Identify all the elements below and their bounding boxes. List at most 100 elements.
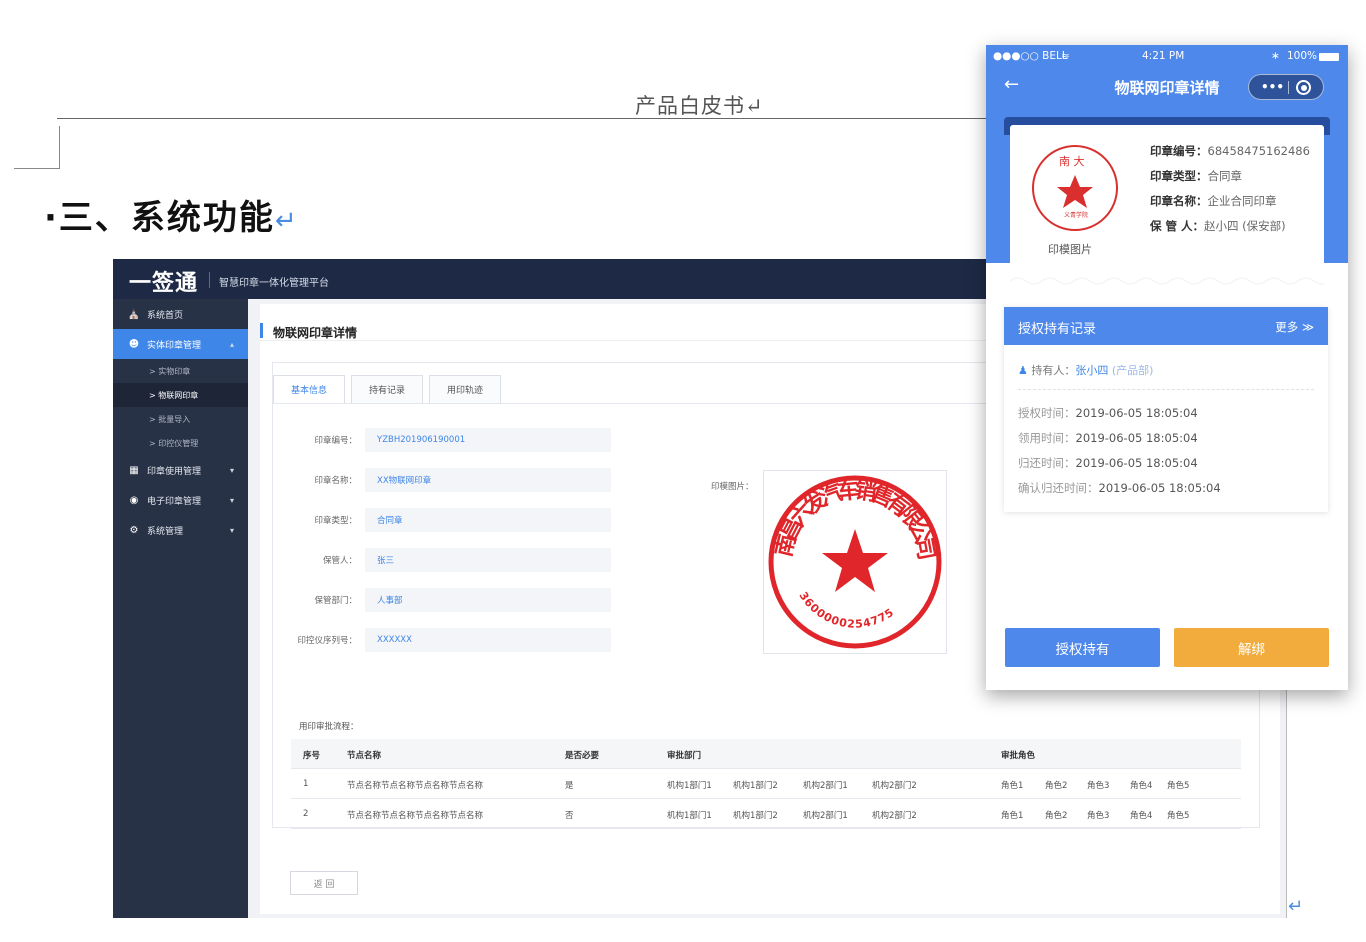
tab-holding-records[interactable]: 持有记录 bbox=[351, 375, 423, 403]
calendar-icon: ▦ bbox=[129, 464, 139, 476]
sidebar-item-seal-usage[interactable]: ▦ 印章使用管理 ▾ bbox=[113, 455, 248, 485]
cell-role: 角色1 bbox=[1001, 811, 1024, 821]
cell-node-name: 节点名称节点名称节点名称节点名称 bbox=[347, 811, 484, 821]
table-header-row: 序号 节点名称 是否必要 审批部门 审批角色 bbox=[291, 739, 1241, 769]
sidebar-item-system[interactable]: ⚙ 系统管理 ▾ bbox=[113, 515, 248, 545]
info-value: 合同章 bbox=[1207, 169, 1243, 183]
info-value: 68458475162486 bbox=[1207, 144, 1310, 158]
chevron-down-icon: ▾ bbox=[229, 465, 234, 475]
chevron-down-icon: ▾ bbox=[229, 495, 234, 505]
cell-role: 角色3 bbox=[1087, 811, 1110, 821]
more-icon[interactable]: ••• bbox=[1261, 80, 1284, 94]
authorize-button[interactable]: 授权持有 bbox=[1005, 628, 1160, 667]
title-accent-bar bbox=[260, 323, 263, 338]
tab-bar: 基本信息 持有记录 用印轨迹 bbox=[273, 375, 507, 403]
cell-dept: 机构2部门2 bbox=[872, 781, 917, 791]
cell-required: 否 bbox=[565, 811, 574, 821]
seal-number: 3600000254775 bbox=[796, 589, 895, 630]
back-button[interactable]: 返 回 bbox=[290, 871, 358, 895]
record-line: 确认归还时间：2019-06-05 18:05:04 bbox=[1018, 480, 1221, 496]
sidebar-subitem-iot[interactable]: > 物联网印章 bbox=[113, 383, 248, 407]
sidebar-item-label: 系统首页 bbox=[147, 310, 184, 321]
page-title: 物联网印章详情 bbox=[273, 326, 358, 340]
close-target-icon[interactable] bbox=[1296, 80, 1311, 95]
info-label: 印章编号： bbox=[1150, 144, 1208, 158]
info-value: 企业合同印章 bbox=[1207, 194, 1277, 208]
unbind-button[interactable]: 解绑 bbox=[1174, 628, 1329, 667]
person-icon: ♟ bbox=[1018, 364, 1028, 377]
sidebar-subitem-controller[interactable]: > 印控仪管理 bbox=[113, 431, 248, 455]
record-value: 2019-06-05 18:05:04 bbox=[1075, 456, 1198, 470]
seal-image: 南昌六发汽车销售有限公司 3600000254775 bbox=[763, 470, 947, 654]
record-label: 领用时间： bbox=[1018, 431, 1076, 445]
col-header-node-name: 节点名称 bbox=[347, 751, 382, 761]
cell-dept: 机构1部门2 bbox=[733, 811, 778, 821]
app-logo[interactable]: 一签通 bbox=[129, 265, 198, 297]
cell-role: 角色2 bbox=[1045, 811, 1068, 821]
field-value: YZBH201906190001 bbox=[365, 428, 611, 452]
seal-thumb-text: 南 大 bbox=[1059, 154, 1085, 168]
battery-icon bbox=[1319, 53, 1339, 61]
sidebar-item-home[interactable]: ⛪ 系统首页 bbox=[113, 299, 248, 329]
section-title-text: ·三、系统功能 bbox=[44, 198, 275, 238]
record-label: 归还时间： bbox=[1018, 456, 1076, 470]
seal-info-card: 南 大 义青学院 印模图片 印章编号：68458475162486 印章类型：合… bbox=[1010, 125, 1324, 275]
cell-no: 2 bbox=[303, 809, 309, 819]
sidebar-item-label: 印章使用管理 bbox=[147, 466, 202, 477]
field-label: 保管部门： bbox=[314, 596, 357, 606]
cell-role: 角色5 bbox=[1167, 781, 1190, 791]
col-header-role: 审批角色 bbox=[1001, 751, 1036, 761]
field-value: 合同章 bbox=[365, 508, 611, 532]
record-value: 2019-06-05 18:05:04 bbox=[1098, 481, 1221, 495]
document-page: 产品白皮书↵ ·三、系统功能↵ ↵ 一签通 智慧印章一体化管理平台 ⛪ 系统首页… bbox=[0, 0, 1366, 942]
tab-basic-info[interactable]: 基本信息 bbox=[273, 375, 345, 403]
field-value: 人事部 bbox=[365, 588, 611, 612]
info-seal-type: 印章类型：合同章 bbox=[1150, 168, 1242, 184]
cell-dept: 机构2部门2 bbox=[872, 811, 917, 821]
target-icon: ◉ bbox=[129, 494, 139, 506]
field-seal-type: 印章类型： 合同章 bbox=[285, 508, 611, 532]
record-value: 2019-06-05 18:05:04 bbox=[1075, 406, 1198, 420]
info-label: 保 管 人： bbox=[1150, 219, 1205, 233]
cell-no: 1 bbox=[303, 779, 309, 789]
sidebar-item-physical-seal[interactable]: ☻ 实体印章管理 ▴ bbox=[113, 329, 248, 359]
tab-usage-track[interactable]: 用印轨迹 bbox=[429, 375, 501, 403]
cell-role: 角色2 bbox=[1045, 781, 1068, 791]
field-seal-name: 印章名称： XX物联网印章 bbox=[285, 468, 611, 492]
capsule-divider bbox=[1288, 81, 1289, 94]
col-header-required: 是否必要 bbox=[565, 751, 600, 761]
field-label: 印章名称： bbox=[314, 476, 357, 486]
col-header-dept: 审批部门 bbox=[667, 751, 702, 761]
seal-caption: 印模图片 bbox=[1048, 243, 1092, 256]
cell-dept: 机构1部门2 bbox=[733, 781, 778, 791]
field-seal-number: 印章编号： YZBH201906190001 bbox=[285, 428, 611, 452]
battery-level: 100% bbox=[1287, 50, 1318, 62]
status-bar: ●●●○○ BELL ≈ 4:21 PM ∗ 100% bbox=[986, 48, 1348, 64]
logo-divider bbox=[209, 272, 210, 288]
record-label: 授权时间： bbox=[1018, 406, 1076, 420]
sidebar-item-label: 实体印章管理 bbox=[147, 340, 202, 351]
record-line: 领用时间：2019-06-05 18:05:04 bbox=[1018, 430, 1198, 446]
holder-row: ♟ 持有人：张小四 (产品部) bbox=[1018, 362, 1153, 378]
sidebar-subitem-physical[interactable]: > 实物印章 bbox=[113, 359, 248, 383]
return-mark: ↵ bbox=[274, 206, 299, 236]
info-label: 印章类型： bbox=[1150, 169, 1208, 183]
record-label: 确认归还时间： bbox=[1018, 481, 1099, 495]
approval-table: 序号 节点名称 是否必要 审批部门 审批角色 1 节点名称节点名称节点名称节点名… bbox=[291, 739, 1241, 829]
record-value: 2019-06-05 18:05:04 bbox=[1075, 431, 1198, 445]
cell-node-name: 节点名称节点名称节点名称节点名称 bbox=[347, 781, 484, 791]
sidebar-subitem-import[interactable]: > 批量导入 bbox=[113, 407, 248, 431]
card-ticket-edge bbox=[1010, 271, 1324, 289]
record-header: 授权持有记录 更多 ≫ bbox=[1004, 307, 1328, 345]
info-value: 赵小四 (保安部) bbox=[1204, 219, 1286, 233]
cell-role: 角色4 bbox=[1130, 811, 1153, 821]
chevron-up-icon: ▴ bbox=[229, 339, 234, 349]
table-row: 1 节点名称节点名称节点名称节点名称 是 机构1部门1 机构1部门2 机构2部门… bbox=[291, 769, 1241, 799]
cell-dept: 机构1部门1 bbox=[667, 781, 712, 791]
company-seal-image: 南昌六发汽车销售有限公司 3600000254775 bbox=[768, 475, 942, 649]
holder-name: 张小四 bbox=[1075, 364, 1109, 377]
info-seal-name: 印章名称：企业合同印章 bbox=[1150, 193, 1277, 209]
more-link[interactable]: 更多 ≫ bbox=[1275, 319, 1314, 335]
sidebar-item-e-seal[interactable]: ◉ 电子印章管理 ▾ bbox=[113, 485, 248, 515]
cell-role: 角色3 bbox=[1087, 781, 1110, 791]
